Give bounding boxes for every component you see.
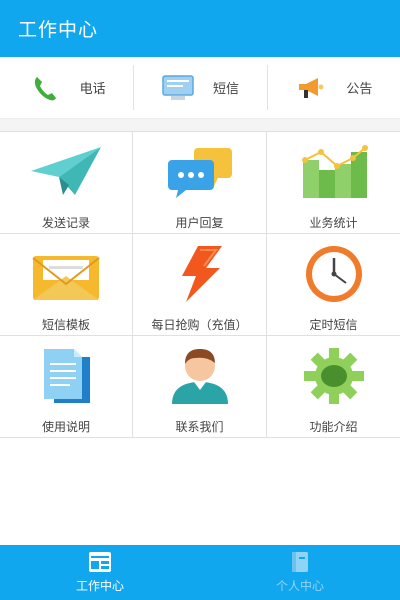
grid-item-scheduled-sms[interactable]: 定时短信 [267,234,400,336]
grid-item-sms-templates[interactable]: 短信模板 [0,234,133,336]
grid-item-features[interactable]: 功能介绍 [267,336,400,438]
section-divider [0,119,400,131]
bar-chart-icon [294,140,374,204]
grid-item-business-stats[interactable]: 业务统计 [267,132,400,234]
quick-actions-bar: 电话 短信 公告 [0,57,400,119]
paper-plane-icon [26,140,106,204]
grid-item-send-records[interactable]: 发送记录 [0,132,133,234]
app-header: 工作中心 [0,0,400,57]
sms-monitor-icon [161,73,195,103]
clock-icon [294,242,374,306]
quick-item-label: 公告 [346,82,373,97]
grid-item-label: 功能介绍 [309,420,358,434]
quick-item-label: 电话 [79,82,106,97]
grid-item-daily-deals[interactable]: 每日抢购（充值） [133,234,267,336]
grid-item-label: 发送记录 [41,216,90,230]
grid-item-user-replies[interactable]: 用户回复 [133,132,267,234]
quick-item-sms[interactable]: 短信 [133,57,266,118]
profile-book-icon [288,551,312,573]
grid-item-label: 定时短信 [309,318,358,332]
quick-item-notice[interactable]: 公告 [266,57,400,118]
grid-item-label: 每日抢购（充值） [151,318,248,332]
page-title: 工作中心 [18,19,99,41]
workspace-icon [88,551,112,573]
function-grid: 发送记录 用户回复 业务统计 短信模板 每日抢购（充值） 定时短信 使用说明 联… [0,131,400,438]
megaphone-icon [294,73,328,103]
lightning-icon [160,242,240,306]
gear-icon [294,344,374,408]
quick-item-phone[interactable]: 电话 [0,57,133,118]
document-icon [26,344,106,408]
grid-item-label: 短信模板 [41,318,90,332]
tab-personal-center[interactable]: 个人中心 [200,545,400,600]
bottom-tab-bar: 工作中心 个人中心 [0,545,400,600]
phone-icon [28,73,62,103]
tab-label: 工作中心 [75,579,124,593]
grid-item-label: 联系我们 [175,420,224,434]
grid-item-label: 用户回复 [175,216,224,230]
quick-item-label: 短信 [212,82,239,97]
grid-item-label: 使用说明 [41,420,90,434]
chat-bubbles-icon [160,140,240,204]
envelope-icon [26,242,106,306]
grid-item-contact-us[interactable]: 联系我们 [133,336,267,438]
tab-work-center[interactable]: 工作中心 [0,545,200,600]
grid-item-label: 业务统计 [309,216,358,230]
grid-item-instructions[interactable]: 使用说明 [0,336,133,438]
tab-label: 个人中心 [275,579,324,593]
user-icon [160,344,240,408]
